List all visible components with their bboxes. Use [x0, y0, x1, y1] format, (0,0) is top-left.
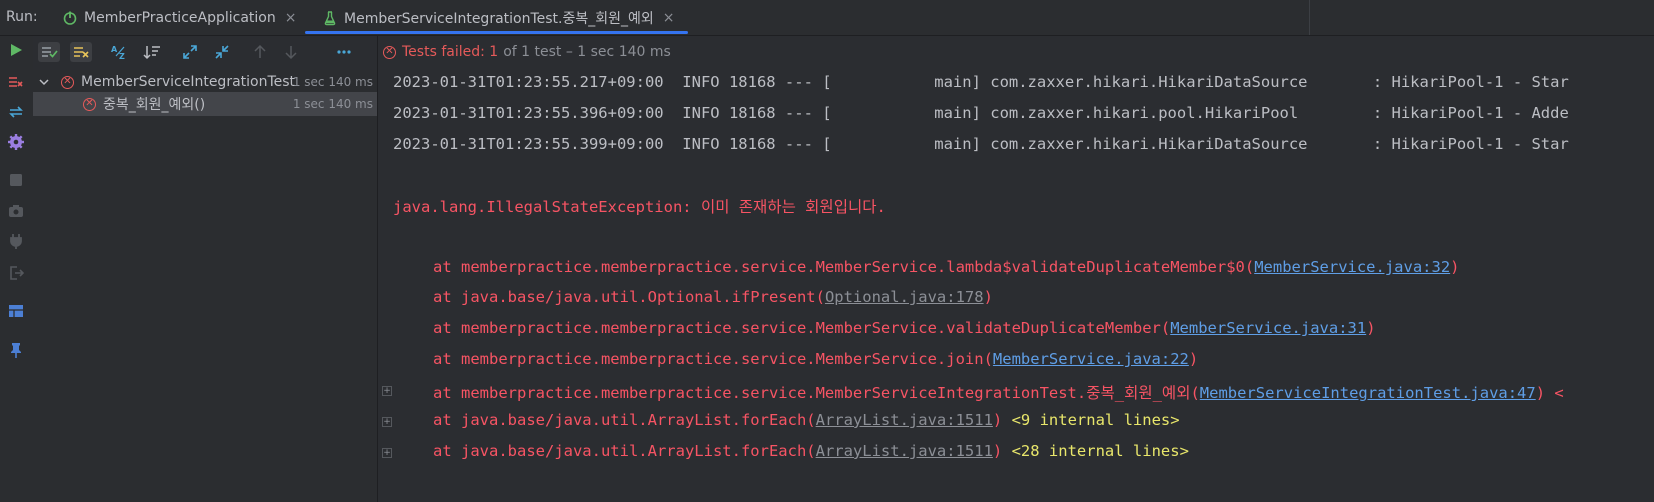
collapse-all-icon[interactable] — [211, 42, 233, 62]
failed-status-icon: ✕ — [83, 97, 96, 111]
fold-expand-icon[interactable]: + — [382, 448, 392, 458]
tab-label: MemberPracticeApplication — [84, 9, 276, 26]
tree-node-label: MemberServiceIntegrationTest — [81, 74, 296, 90]
test-flask-icon — [322, 10, 338, 26]
tree-node-duration: 1 sec 140 ms — [292, 97, 373, 111]
tab-label: MemberServiceIntegrationTest.중복_회원_예외 — [344, 10, 654, 27]
source-link[interactable]: ArrayList.java:1511 — [816, 411, 993, 429]
error-icon: ✕ — [383, 45, 396, 59]
chevron-down-icon[interactable] — [39, 78, 51, 86]
sort-alpha-icon[interactable]: AZ — [109, 42, 131, 62]
tree-node-test-class[interactable]: ✕ MemberServiceIntegrationTest 1 sec 140… — [33, 70, 377, 94]
stack-frame: at memberpractice.memberpractice.service… — [433, 384, 1564, 402]
exit-icon[interactable] — [6, 263, 26, 283]
expand-all-icon[interactable] — [179, 42, 201, 62]
show-ignored-icon[interactable] — [70, 42, 92, 62]
source-link[interactable]: MemberServiceIntegrationTest.java:47 — [1200, 384, 1536, 402]
tab-bar-divider — [1309, 0, 1310, 35]
spring-boot-icon — [62, 10, 78, 26]
failed-status-icon: ✕ — [61, 75, 74, 89]
tests-summary-text: of 1 test – 1 sec 140 ms — [503, 44, 671, 60]
stack-frame: at java.base/java.util.ArrayList.forEach… — [433, 442, 1189, 460]
tab-member-practice-application[interactable]: MemberPracticeApplication × — [62, 0, 296, 35]
log-line: 2023-01-31T01:23:55.396+09:00 INFO 18168… — [393, 104, 1569, 122]
source-link[interactable]: MemberService.java:31 — [1170, 319, 1366, 337]
stack-frame: at java.base/java.util.Optional.ifPresen… — [433, 288, 993, 306]
close-icon[interactable]: × — [663, 10, 675, 26]
test-tree: ✕ MemberServiceIntegrationTest 1 sec 140… — [33, 70, 377, 502]
settings-icon[interactable] — [6, 132, 26, 152]
test-tree-toolbar: AZ — [33, 36, 377, 68]
active-tab-indicator — [305, 31, 688, 34]
plug-icon[interactable] — [6, 231, 26, 251]
svg-text:Z: Z — [119, 52, 125, 60]
fold-expand-icon[interactable]: + — [382, 417, 392, 427]
prev-failed-icon[interactable] — [249, 42, 271, 62]
tests-failed-text: Tests failed: 1 — [402, 44, 499, 60]
camera-icon[interactable] — [6, 201, 26, 221]
tab-integration-test[interactable]: MemberServiceIntegrationTest.중복_회원_예외 × — [322, 0, 675, 35]
tree-node-duration: 1 sec 140 ms — [292, 75, 373, 89]
layout-icon[interactable] — [6, 301, 26, 321]
internal-lines-link[interactable]: <28 internal lines> — [1012, 442, 1189, 460]
stack-frame: at java.base/java.util.ArrayList.forEach… — [433, 411, 1180, 429]
left-toolbar — [0, 36, 33, 502]
run-label: Run: — [6, 9, 38, 25]
tree-node-label: 중복_회원_예외() — [103, 97, 206, 113]
stack-frame: at memberpractice.memberpractice.service… — [433, 350, 1199, 368]
test-status: ✕ Tests failed: 1 of 1 test – 1 sec 140 … — [383, 42, 671, 62]
rerun-icon[interactable] — [6, 40, 26, 60]
stop-icon[interactable] — [6, 170, 26, 190]
internal-lines-link[interactable]: <9 internal lines> — [1012, 411, 1180, 429]
rerun-failed-icon[interactable] — [6, 72, 26, 92]
run-tab-bar: Run: MemberPracticeApplication × MemberS… — [0, 0, 1654, 36]
pin-icon[interactable] — [6, 340, 26, 360]
tree-node-test-method[interactable]: ✕ 중복_회원_예외() 1 sec 140 ms — [33, 92, 377, 116]
toggle-autotest-icon[interactable] — [6, 102, 26, 122]
source-link[interactable]: Optional.java:178 — [825, 288, 984, 306]
close-icon[interactable]: × — [285, 10, 297, 26]
log-line: 2023-01-31T01:23:55.217+09:00 INFO 18168… — [393, 73, 1569, 91]
svg-text:A: A — [111, 45, 118, 54]
source-link[interactable]: ArrayList.java:1511 — [816, 442, 993, 460]
source-link[interactable]: MemberService.java:32 — [1254, 258, 1450, 276]
next-failed-icon[interactable] — [280, 42, 302, 62]
exception-line: java.lang.IllegalStateException: 이미 존재하는… — [393, 198, 886, 216]
console-output[interactable]: 2023-01-31T01:23:55.217+09:00 INFO 18168… — [378, 70, 1654, 502]
stack-frame: at memberpractice.memberpractice.service… — [433, 258, 1460, 276]
log-line: 2023-01-31T01:23:55.399+09:00 INFO 18168… — [393, 135, 1569, 153]
stack-frame: at memberpractice.memberpractice.service… — [433, 319, 1376, 337]
fold-expand-icon[interactable]: + — [382, 386, 392, 396]
source-link[interactable]: MemberService.java:22 — [993, 350, 1189, 368]
more-icon[interactable] — [333, 42, 355, 62]
show-passed-icon[interactable] — [38, 42, 60, 62]
sort-duration-icon[interactable] — [141, 42, 163, 62]
